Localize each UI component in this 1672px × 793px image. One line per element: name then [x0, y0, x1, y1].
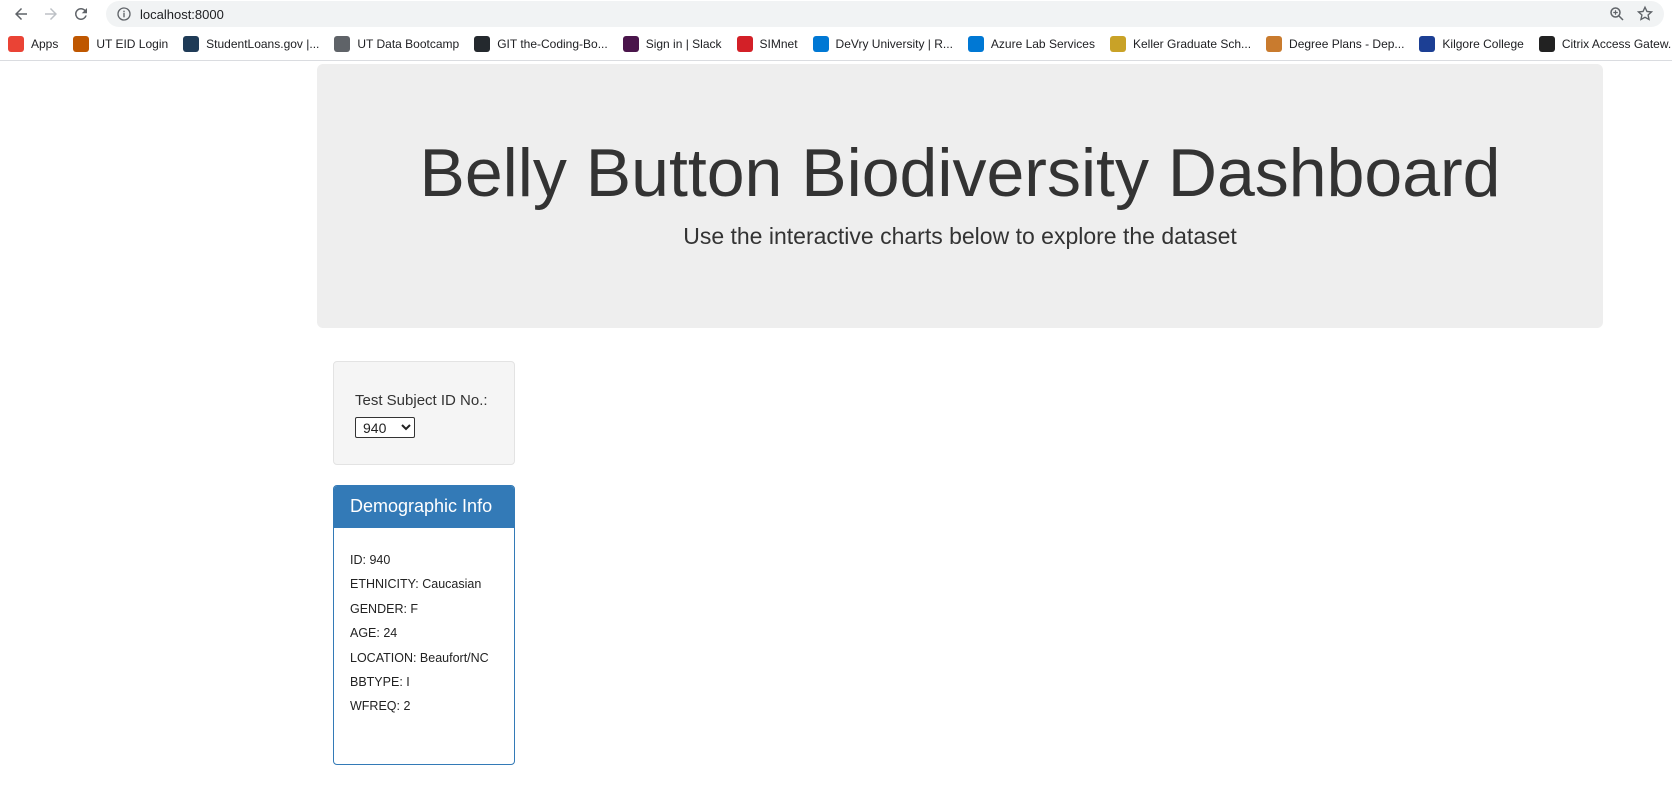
bookmark-item[interactable]: Apps: [8, 36, 58, 52]
azure-icon: [967, 36, 984, 52]
bookmark-label: UT Data Bootcamp: [357, 37, 460, 51]
demographic-info-body: ID: 940 ETHNICITY: Caucasian GENDER: F AGE:…: [334, 528, 514, 714]
bookmark-label: SIMnet: [759, 37, 798, 51]
degree-shield-icon: [1266, 36, 1283, 52]
reload-icon: [74, 7, 87, 20]
demographic-row: ID: 940: [350, 553, 391, 567]
bookmarks-bar: Apps UT EID Login StudentLoans.gov |... UT …: [0, 28, 1672, 60]
bookmark-label: Kilgore College: [1442, 37, 1524, 51]
bookmark-label: Degree Plans - Dep...: [1289, 37, 1405, 51]
keller-shield-icon: [1109, 36, 1126, 52]
star-icon[interactable]: [1636, 5, 1654, 23]
demographic-row: GENDER: F: [350, 601, 419, 616]
bookmark-label: Citrix Access Gatew...: [1561, 37, 1672, 51]
jumbotron-header: Belly Button Biodiversity Dashboard Use …: [317, 64, 1603, 328]
demographic-info-panel: Demographic Info ID: 940 ETHNICITY: Cauca…: [333, 485, 515, 765]
github-icon: [474, 36, 491, 52]
fsa-icon: [183, 36, 200, 52]
url-text[interactable]: localhost:8000: [140, 7, 224, 22]
demographic-row: AGE: 24: [350, 626, 398, 641]
bookmark-item[interactable]: UT Data Bootcamp: [334, 36, 459, 52]
demographic-row: ETHNICITY: Caucasian: [350, 577, 482, 592]
citrix-icon: [1538, 36, 1555, 52]
page-title: Belly Button Biodiversity Dashboard: [419, 135, 1501, 211]
simnet-icon: [736, 36, 753, 52]
subject-id-select[interactable]: 940: [355, 417, 415, 438]
bookmark-label: UT EID Login: [96, 37, 169, 51]
bookmark-label: Apps: [31, 37, 59, 51]
bookmark-item[interactable]: SIMnet: [736, 36, 798, 52]
demographic-row: LOCATION: Beaufort/NC: [350, 650, 489, 665]
kc-icon: [1419, 36, 1436, 52]
ut-tower-icon: [73, 36, 90, 52]
slack-icon: [622, 36, 639, 52]
reload-button[interactable]: [68, 1, 94, 27]
bookmark-label: Sign in | Slack: [645, 37, 722, 51]
bookmark-item[interactable]: Citrix Access Gatew...: [1538, 36, 1672, 52]
bookmark-item[interactable]: DeVry University | R...: [812, 36, 953, 52]
address-bar[interactable]: localhost:8000: [106, 1, 1664, 27]
bookmark-label: Keller Graduate Sch...: [1132, 37, 1252, 51]
browser-toolbar: localhost:8000: [0, 0, 1672, 28]
panel-heading: Demographic Info: [334, 486, 514, 528]
back-button[interactable]: [8, 1, 34, 27]
bookmark-item[interactable]: UT EID Login: [73, 36, 168, 52]
bookmark-item[interactable]: Azure Lab Services: [967, 36, 1095, 52]
bookmark-label: DeVry University | R...: [835, 37, 953, 51]
xm-icon: [812, 36, 829, 52]
forward-button[interactable]: [38, 1, 64, 27]
bookmark-item[interactable]: Degree Plans - Dep...: [1266, 36, 1404, 52]
zoom-icon[interactable]: [1608, 5, 1626, 23]
arrow-right-icon: [45, 8, 57, 20]
subject-selector-label: Test Subject ID No.:: [355, 392, 488, 409]
page-content: Belly Button Biodiversity Dashboard Use …: [0, 61, 1672, 793]
subject-selector-well: Test Subject ID No.: 940: [333, 361, 515, 465]
bookmark-item[interactable]: Sign in | Slack: [622, 36, 722, 52]
browser-chrome: localhost:8000 Apps UT EID Login StudentLo…: [0, 0, 1672, 61]
bookmark-label: StudentLoans.gov |...: [206, 37, 320, 51]
info-icon[interactable]: [116, 6, 132, 22]
bookmark-label: Azure Lab Services: [990, 37, 1095, 51]
bookmark-item[interactable]: StudentLoans.gov |...: [183, 36, 319, 52]
bookmark-item[interactable]: Kilgore College: [1419, 36, 1524, 52]
demographic-row: WFREQ: 2: [350, 699, 411, 714]
arrow-left-icon: [15, 8, 27, 20]
bookmark-label: GIT the-Coding-Bo...: [497, 37, 608, 51]
bookmark-item[interactable]: Keller Graduate Sch...: [1109, 36, 1252, 52]
globe-icon: [334, 36, 351, 52]
bookmark-item[interactable]: GIT the-Coding-Bo...: [474, 36, 608, 52]
page-subtitle: Use the interactive charts below to expl…: [683, 222, 1237, 249]
apps-grid-icon: [8, 36, 24, 52]
demographic-row: BBTYPE: I: [350, 674, 410, 689]
